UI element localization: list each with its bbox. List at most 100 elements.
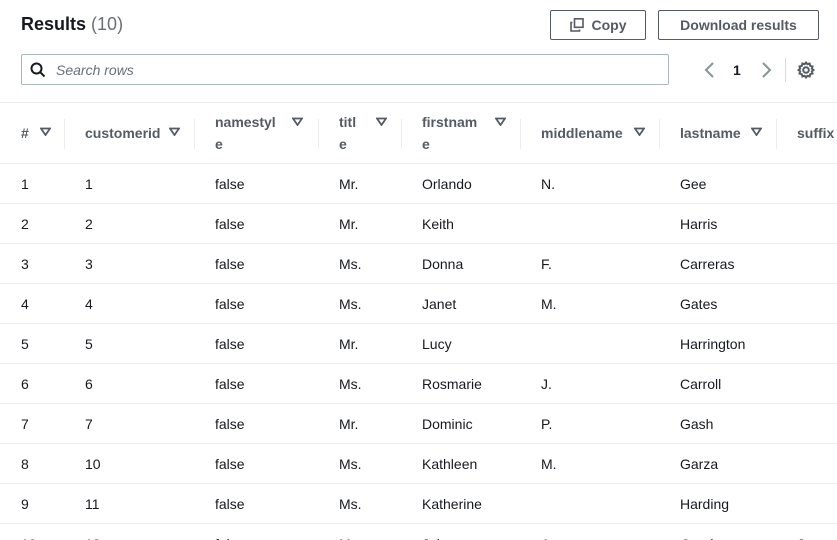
sort-caret-icon[interactable] bbox=[376, 117, 387, 126]
table-cell-customerid: 1 bbox=[85, 176, 93, 192]
table-row[interactable]: 6 6 false Ms. Rosmarie J. Carroll bbox=[0, 364, 837, 404]
table-row[interactable]: 4 4 false Ms. Janet M. Gates bbox=[0, 284, 837, 324]
table-row[interactable]: 8 10 false Ms. Kathleen M. Garza bbox=[0, 444, 837, 484]
table-cell-customerid: 4 bbox=[85, 296, 93, 312]
table-cell-index: 3 bbox=[21, 256, 29, 272]
table-cell-firstname: Katherine bbox=[422, 496, 482, 512]
column-header-label: namestyle bbox=[215, 114, 276, 152]
sort-caret-icon[interactable] bbox=[495, 117, 506, 126]
column-divider[interactable] bbox=[401, 119, 402, 149]
sort-caret-icon[interactable] bbox=[40, 127, 51, 136]
table-cell-namestyle: false bbox=[215, 216, 245, 232]
sort-caret-icon[interactable] bbox=[634, 127, 645, 136]
table-cell-lastname: Harding bbox=[680, 496, 730, 512]
table-row[interactable]: 7 7 false Mr. Dominic P. Gash bbox=[0, 404, 837, 444]
table-cell-title: Ms. bbox=[339, 296, 362, 312]
download-button-label: Download results bbox=[680, 17, 797, 33]
table-cell-lastname: Garza bbox=[680, 456, 719, 472]
table-row[interactable]: 5 5 false Mr. Lucy Harrington bbox=[0, 324, 837, 364]
table-cell-middlename: M. bbox=[541, 456, 557, 472]
column-divider[interactable] bbox=[520, 119, 521, 149]
table-cell-title: Ms. bbox=[339, 256, 362, 272]
column-divider[interactable] bbox=[64, 119, 65, 149]
table-cell-namestyle: false bbox=[215, 496, 245, 512]
results-title-label: Results bbox=[21, 14, 87, 34]
copy-icon bbox=[569, 18, 584, 32]
column-header-middlename[interactable]: middlename bbox=[541, 103, 656, 163]
column-header-lastname[interactable]: lastname bbox=[680, 103, 775, 163]
sort-caret-icon[interactable] bbox=[292, 117, 303, 126]
table-cell-index: 4 bbox=[21, 296, 29, 312]
table-header: # customerid namestyle title firstname m… bbox=[0, 103, 837, 164]
column-header-label: lastname bbox=[680, 125, 741, 141]
sort-caret-icon[interactable] bbox=[169, 127, 180, 136]
column-header-label: suffix bbox=[797, 125, 835, 141]
table-cell-index: 8 bbox=[21, 456, 29, 472]
column-divider[interactable] bbox=[194, 119, 195, 149]
table-cell-namestyle: false bbox=[215, 416, 245, 432]
column-header-title[interactable]: title bbox=[339, 103, 399, 163]
search-box[interactable] bbox=[21, 54, 669, 85]
column-header-suffix[interactable]: suffix bbox=[797, 103, 837, 163]
table-cell-suffix: Jr. bbox=[797, 524, 812, 540]
column-header-customerid[interactable]: customerid bbox=[85, 103, 195, 163]
table-cell-customerid: 11 bbox=[85, 496, 100, 512]
table-cell-middlename: N. bbox=[541, 176, 555, 192]
table-row[interactable]: 3 3 false Ms. Donna F. Carreras bbox=[0, 244, 837, 284]
table-cell-firstname: Donna bbox=[422, 256, 464, 272]
table-cell-namestyle: false bbox=[215, 176, 245, 192]
column-header-namestyle[interactable]: namestyle bbox=[215, 103, 315, 163]
table-cell-customerid: 7 bbox=[85, 416, 93, 432]
search-icon bbox=[30, 62, 46, 77]
table-cell-customerid: 12 bbox=[85, 524, 101, 540]
table-row[interactable]: 2 2 false Mr. Keith Harris bbox=[0, 204, 837, 244]
search-input[interactable] bbox=[54, 60, 648, 79]
table-cell-firstname: Dominic bbox=[422, 416, 473, 432]
column-header-label: firstname bbox=[422, 114, 478, 152]
table-row[interactable]: 10 12 false Mr. Johnny A. Caprio Jr. bbox=[0, 524, 837, 540]
download-results-button[interactable]: Download results bbox=[658, 10, 819, 40]
table-body: 1 1 false Mr. Orlando N. Gee 2 2 false Mr. Keith Har… bbox=[0, 164, 837, 540]
table-cell-namestyle: false bbox=[215, 256, 245, 272]
table-cell-firstname: Keith bbox=[422, 216, 454, 232]
copy-button-label: Copy bbox=[591, 17, 627, 33]
table-cell-index: 6 bbox=[21, 376, 29, 392]
column-header-label: customerid bbox=[85, 125, 161, 141]
column-divider[interactable] bbox=[776, 119, 777, 149]
settings-gear-icon[interactable] bbox=[796, 60, 816, 80]
table-cell-title: Ms. bbox=[339, 376, 362, 392]
table-cell-index: 5 bbox=[21, 336, 29, 352]
table-cell-lastname: Harris bbox=[680, 216, 718, 232]
column-divider[interactable] bbox=[659, 119, 660, 149]
table-cell-title: Mr. bbox=[339, 176, 359, 192]
table-cell-firstname: Johnny bbox=[422, 524, 467, 540]
table-cell-firstname: Orlando bbox=[422, 176, 472, 192]
table-cell-firstname: Janet bbox=[422, 296, 457, 312]
table-cell-title: Mr. bbox=[339, 524, 358, 540]
next-page-icon[interactable] bbox=[759, 60, 773, 80]
results-count: (10) bbox=[91, 14, 124, 34]
table-cell-firstname: Rosmarie bbox=[422, 376, 482, 392]
table-cell-lastname: Caprio bbox=[680, 524, 721, 540]
previous-page-icon[interactable] bbox=[703, 60, 717, 80]
table-cell-firstname: Lucy bbox=[422, 336, 452, 352]
table-row[interactable]: 1 1 false Mr. Orlando N. Gee bbox=[0, 164, 837, 204]
table-cell-middlename: A. bbox=[541, 524, 554, 540]
table-cell-index: 1 bbox=[21, 176, 29, 192]
table-cell-index: 9 bbox=[21, 496, 29, 512]
table-cell-middlename: P. bbox=[541, 416, 553, 432]
results-title: Results (10) bbox=[21, 14, 123, 35]
table-cell-lastname: Gates bbox=[680, 296, 718, 312]
table-cell-index: 2 bbox=[21, 216, 29, 232]
column-divider[interactable] bbox=[318, 119, 319, 149]
sort-caret-icon[interactable] bbox=[751, 127, 762, 136]
copy-button[interactable]: Copy bbox=[550, 10, 646, 40]
table-row[interactable]: 9 11 false Ms. Katherine Harding bbox=[0, 484, 837, 524]
table-cell-namestyle: false bbox=[215, 376, 245, 392]
current-page-number[interactable]: 1 bbox=[733, 62, 741, 78]
table-cell-namestyle: false bbox=[215, 296, 245, 312]
column-header-firstname[interactable]: firstname bbox=[422, 103, 517, 163]
table-cell-title: Mr. bbox=[339, 336, 359, 352]
table-cell-customerid: 2 bbox=[85, 216, 93, 232]
column-header-index[interactable]: # bbox=[21, 103, 61, 163]
